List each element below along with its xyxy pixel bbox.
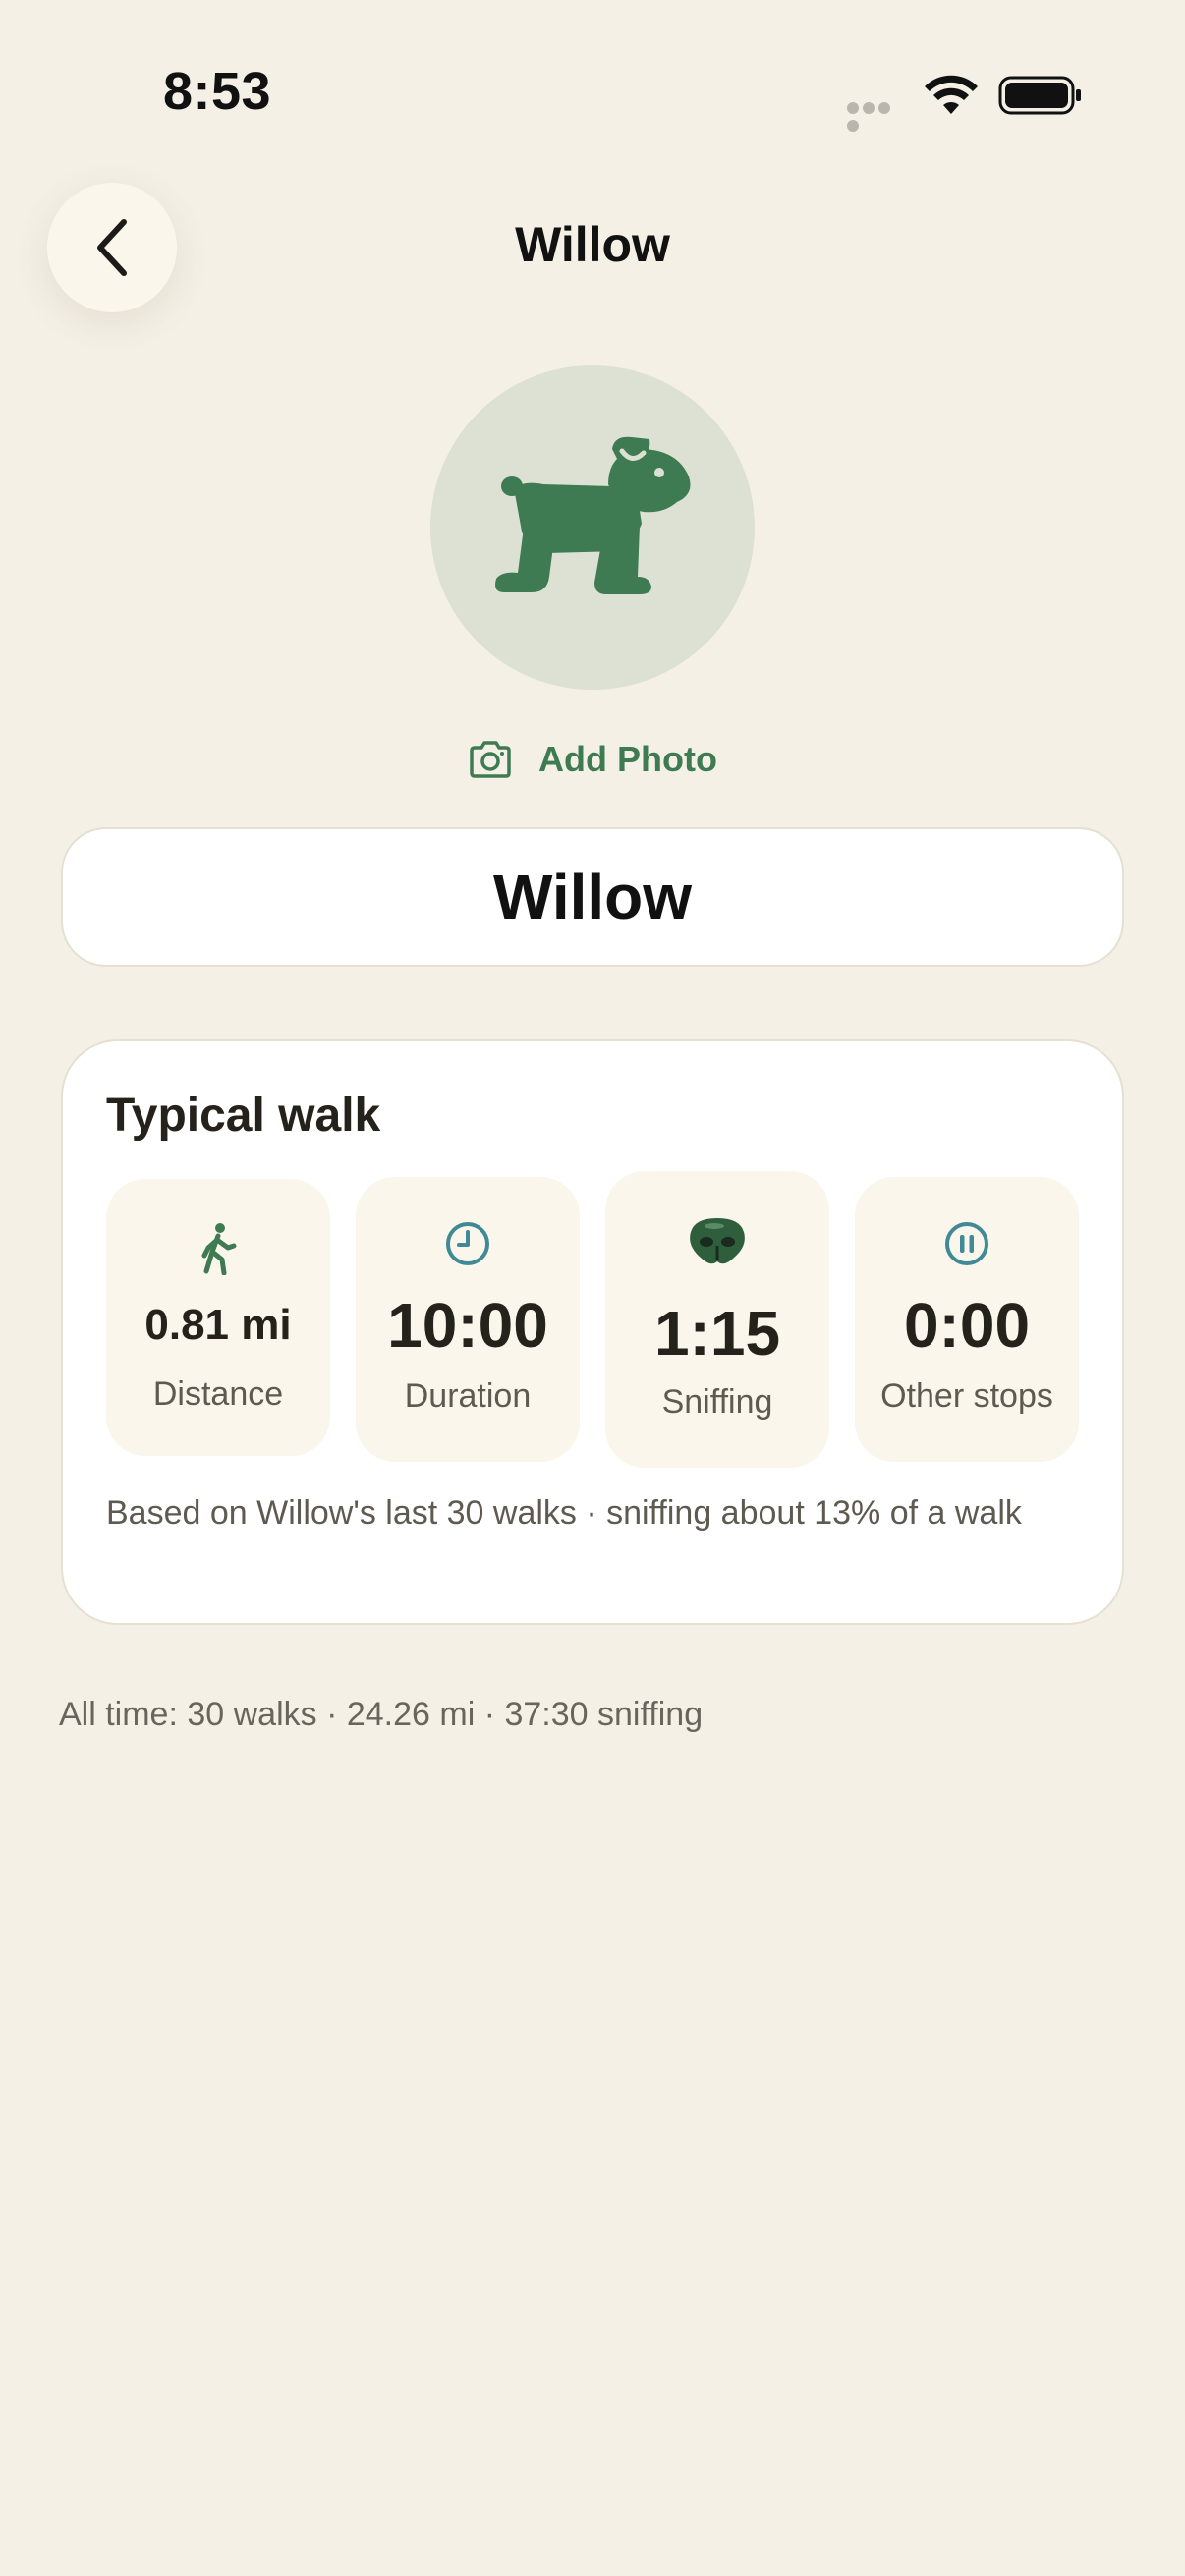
duration-label: Duration (404, 1377, 532, 1415)
dog-nose-icon (690, 1218, 745, 1264)
dog-icon (495, 436, 691, 594)
camera-icon (470, 741, 511, 778)
status-time: 8:53 (163, 62, 272, 121)
add-photo-button[interactable]: Add Photo (468, 735, 717, 784)
typical-walk-title: Typical walk (106, 1090, 381, 1142)
dog-name-field[interactable]: Willow (61, 827, 1124, 967)
clock-icon (446, 1222, 489, 1265)
stat-tile-duration: 10:00 Duration (356, 1177, 580, 1462)
avatar[interactable] (430, 365, 755, 690)
dog-name-value: Willow (492, 862, 693, 932)
wifi-icon (925, 75, 978, 114)
cellular-signal-icon (847, 101, 908, 132)
stat-tile-distance: 0.81 mi Distance (106, 1179, 330, 1456)
walk-summary-note: Based on Willow's last 30 walks · sniffi… (106, 1494, 1022, 1532)
page-title: Willow (515, 217, 670, 272)
walking-person-icon (201, 1223, 237, 1275)
all-time-summary: All time: 30 walks · 24.26 mi · 37:30 sn… (59, 1696, 704, 1733)
sniffing-label: Sniffing (661, 1383, 773, 1421)
status-bar: 8:53 (0, 0, 1185, 177)
distance-value: 0.81 mi (144, 1301, 292, 1349)
duration-value: 10:00 (387, 1290, 548, 1361)
other-stops-label: Other stops (880, 1377, 1053, 1415)
typical-walk-card: Typical walk 0.81 mi Distance 10:00 Dura… (61, 1039, 1124, 1625)
sniffing-value: 1:15 (653, 1298, 781, 1369)
stat-tile-other-stops: 0:00 Other stops (855, 1177, 1079, 1462)
distance-label: Distance (152, 1375, 284, 1413)
add-photo-label: Add Photo (538, 739, 717, 779)
other-stops-value: 0:00 (903, 1290, 1031, 1361)
battery-icon (998, 76, 1081, 115)
pause-icon (945, 1222, 988, 1265)
stat-tile-sniffing: 1:15 Sniffing (605, 1171, 829, 1468)
